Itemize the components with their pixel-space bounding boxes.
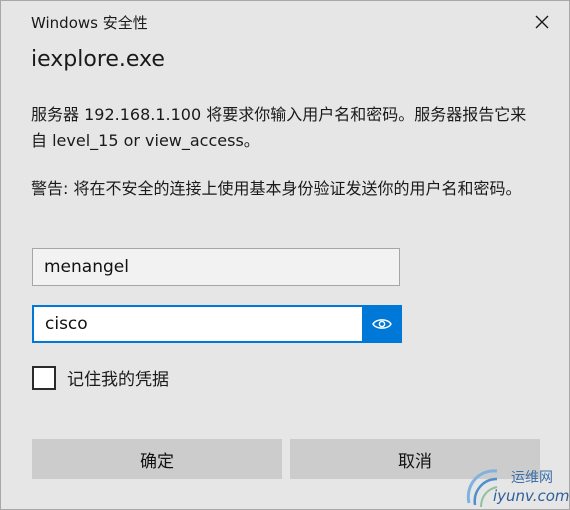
password-input[interactable] <box>32 305 363 343</box>
eye-icon <box>372 319 392 329</box>
username-input[interactable] <box>32 248 400 286</box>
security-dialog: Windows 安全性 iexplore.exe 服务器 192.168.1.1… <box>0 0 570 510</box>
watermark: 运维网 iyunv.com <box>463 463 570 509</box>
watermark-text-top: 运维网 <box>511 470 553 486</box>
window-title: Windows 安全性 <box>31 14 148 32</box>
remember-label: 记住我的凭据 <box>67 370 169 390</box>
app-name: iexplore.exe <box>31 47 165 72</box>
security-warning: 警告: 将在不安全的连接上使用基本身份验证发送你的用户名和密码。 <box>31 179 522 198</box>
ok-button[interactable]: 确定 <box>32 439 282 479</box>
close-icon <box>535 15 549 29</box>
reveal-password-button[interactable] <box>362 305 402 343</box>
close-button[interactable] <box>522 5 562 39</box>
server-message: 服务器 192.168.1.100 将要求你输入用户名和密码。服务器报告它来自 … <box>31 105 527 150</box>
remember-credentials[interactable]: 记住我的凭据 <box>32 365 169 390</box>
watermark-text-bottom: iyunv.com <box>493 487 570 505</box>
remember-checkbox[interactable] <box>32 365 56 390</box>
